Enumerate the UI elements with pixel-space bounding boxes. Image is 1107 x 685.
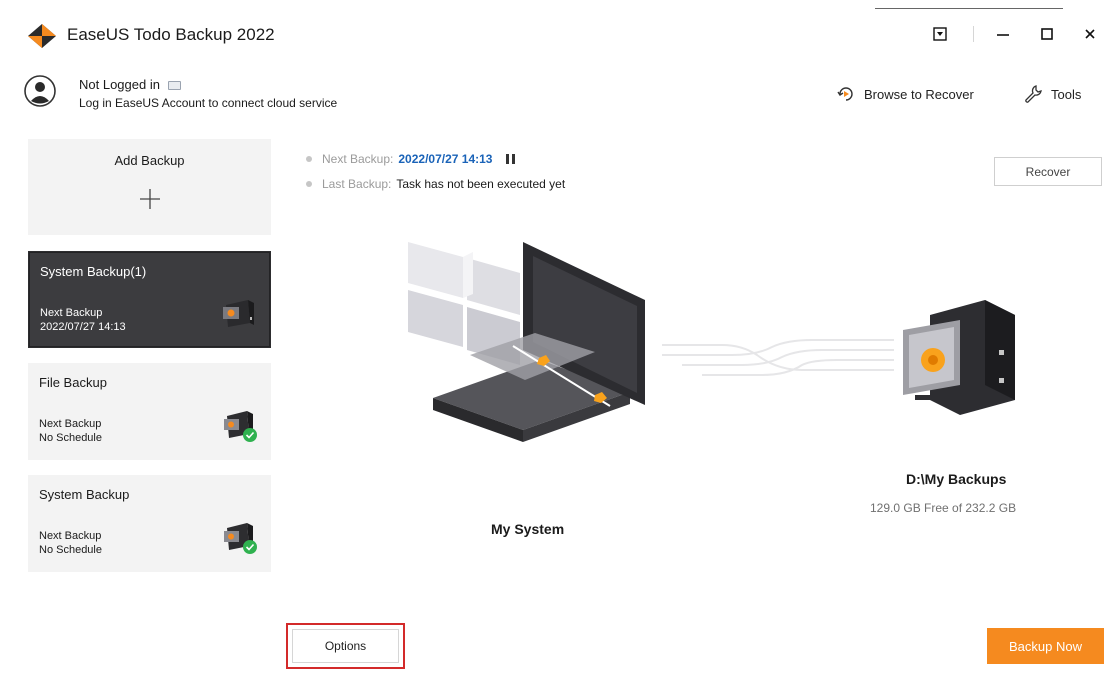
source-label: My System <box>491 521 565 537</box>
next-backup-label: Next Backup: <box>322 152 394 166</box>
next-backup-value: 2022/07/27 14:13 <box>398 152 493 166</box>
minimize-icon <box>997 34 1009 36</box>
backup-now-button[interactable]: Backup Now <box>987 628 1104 664</box>
close-icon <box>1085 29 1095 39</box>
plus-icon <box>140 189 160 209</box>
maximize-icon <box>1041 28 1053 40</box>
dropdown-icon <box>933 27 947 41</box>
add-backup-card[interactable]: Add Backup <box>28 139 271 235</box>
my-system-illustration <box>408 242 645 442</box>
file-backup-icon <box>224 411 257 442</box>
backup-task-title: System Backup(1) <box>40 264 147 279</box>
backup-task-title: File Backup <box>39 375 107 390</box>
keyboard-icon <box>167 81 181 91</box>
system-backup-icon <box>223 300 254 327</box>
next-backup-info: Next Backup: 2022/07/27 14:13 <box>306 152 516 166</box>
account-subtitle[interactable]: Log in EaseUS Account to connect cloud s… <box>79 96 337 110</box>
minimize-button[interactable] <box>988 20 1018 48</box>
tools-link[interactable]: Tools <box>1023 84 1081 104</box>
maximize-button[interactable] <box>1032 20 1062 48</box>
easeus-logo-icon <box>28 24 56 48</box>
system-backup-icon <box>224 523 257 554</box>
wrench-icon <box>1025 85 1042 103</box>
backup-task-next-value: No Schedule <box>39 432 102 444</box>
destination-drive-illustration <box>903 300 1015 415</box>
bullet-icon <box>306 181 312 187</box>
backup-task-card[interactable]: File Backup Next Backup No Schedule <box>28 363 271 460</box>
recover-button[interactable]: Recover <box>994 157 1102 186</box>
backup-task-next-label: Next Backup <box>39 530 102 542</box>
backup-task-title: System Backup <box>39 487 130 502</box>
last-backup-label: Last Backup: <box>322 177 392 191</box>
tools-label: Tools <box>1051 86 1082 102</box>
close-button[interactable] <box>1075 20 1105 48</box>
app-title: EaseUS Todo Backup 2022 <box>67 25 275 44</box>
pause-icon <box>512 154 516 164</box>
account-status[interactable]: Not Logged in <box>79 77 181 92</box>
browse-to-recover-label: Browse to Recover <box>864 86 974 102</box>
title-bar-separator <box>973 26 974 42</box>
bullet-icon <box>306 156 312 162</box>
pause-button[interactable] <box>506 154 516 164</box>
backup-flow-lines <box>662 339 894 376</box>
backup-task-card[interactable]: System Backup Next Backup No Schedule <box>28 475 271 572</box>
browse-recover-icon <box>837 87 853 101</box>
backup-task-next-label: Next Backup <box>39 418 102 430</box>
options-button-label: Options <box>292 629 399 663</box>
backup-task-card[interactable]: System Backup(1) Next Backup 2022/07/27 … <box>28 251 271 348</box>
last-backup-info: Last Backup: Task has not been executed … <box>306 177 565 191</box>
browse-to-recover-link[interactable]: Browse to Recover <box>836 84 974 104</box>
last-backup-value: Task has not been executed yet <box>396 177 566 191</box>
pause-icon <box>506 154 510 164</box>
destination-label: D:\My Backups <box>906 471 1007 487</box>
backup-task-next-label: Next Backup <box>40 307 103 319</box>
top-edge-line <box>875 8 1063 9</box>
backup-task-next-value: No Schedule <box>39 544 102 556</box>
add-backup-label: Add Backup <box>114 153 185 168</box>
account-name: Not Logged in <box>79 77 160 92</box>
options-button[interactable]: Options <box>286 623 405 669</box>
dropdown-menu-button[interactable] <box>925 20 955 48</box>
avatar-icon[interactable] <box>24 75 56 107</box>
backup-task-next-value: 2022/07/27 14:13 <box>40 321 126 333</box>
destination-free-space: 129.0 GB Free of 232.2 GB <box>870 501 1017 515</box>
